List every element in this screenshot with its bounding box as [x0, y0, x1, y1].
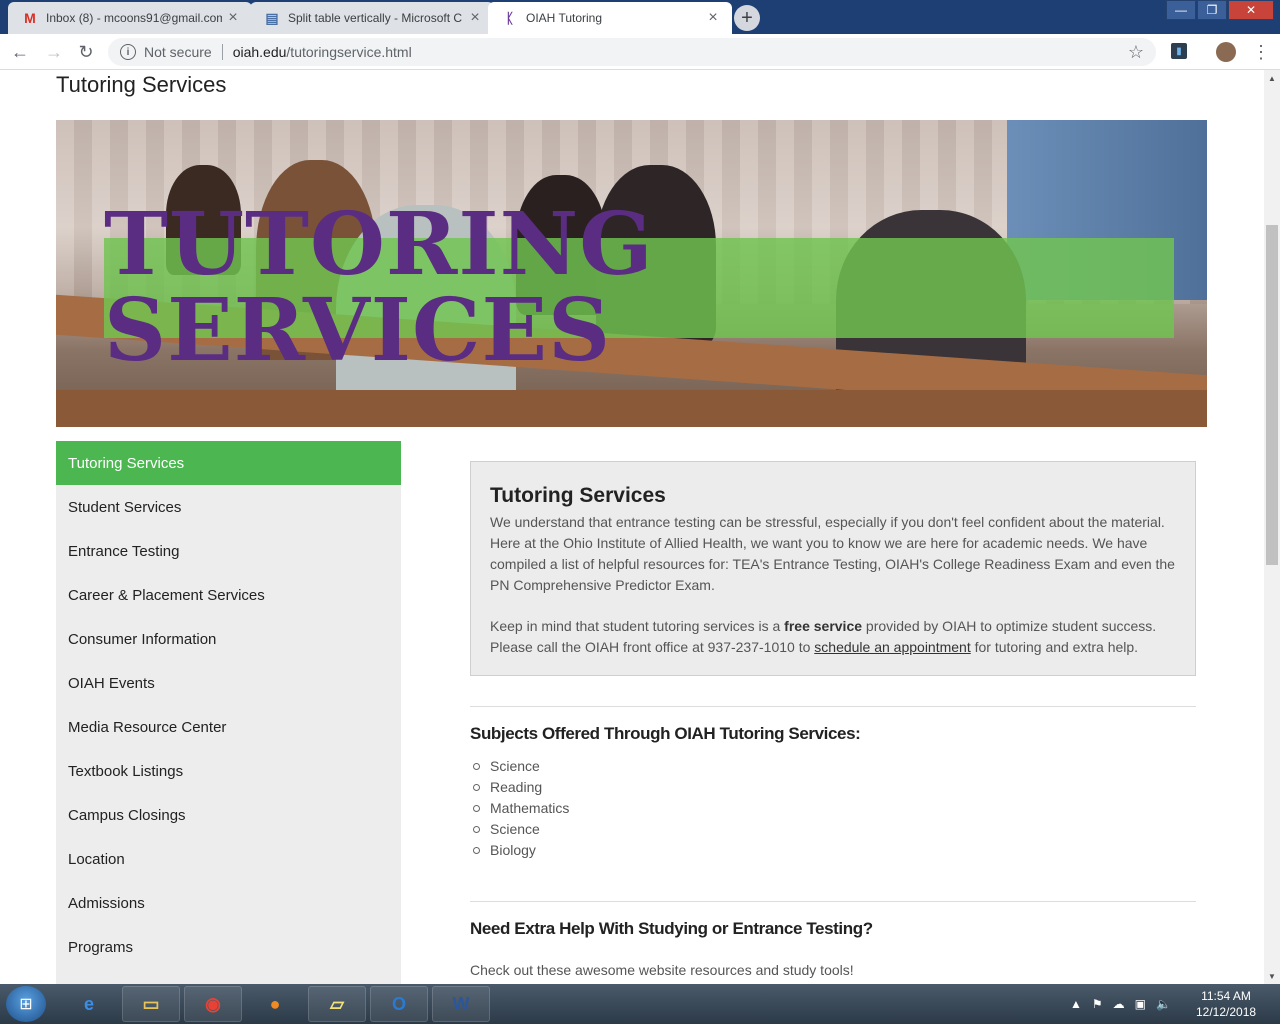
url-host: oiah.edu	[232, 44, 287, 60]
paragraph-text: Keep in mind that student tutoring servi…	[490, 618, 785, 634]
word-icon[interactable]: W	[432, 986, 490, 1022]
clock-date: 12/12/2018	[1196, 1005, 1257, 1019]
divider	[470, 901, 1196, 902]
windows-taskbar: ⊞ e ▭ ◉ ● ▱ O W ▲ ⚑ ☁ ▣ 🔈 11:54 AM 12/12…	[0, 984, 1280, 1024]
file-explorer-icon[interactable]: ▭	[122, 986, 180, 1022]
maximize-icon[interactable]: ❐	[1197, 0, 1227, 20]
clock-time: 11:54 AM	[1201, 989, 1251, 1003]
paragraph-text: for tutoring and extra help.	[970, 639, 1139, 655]
network-icon[interactable]: ▣	[1135, 997, 1146, 1011]
profile-avatar[interactable]	[1216, 42, 1236, 62]
hero-banner: TUTORING SERVICES	[104, 202, 1174, 374]
list-item: Biology	[472, 840, 569, 861]
sticky-notes-icon[interactable]: ▱	[308, 986, 366, 1022]
window-controls: — ❐ ✕	[1165, 0, 1274, 20]
page-viewport: Tutoring Services TUTORING SERVICES Tuto…	[0, 70, 1264, 984]
free-service-paragraph: Keep in mind that student tutoring servi…	[490, 616, 1176, 658]
hero-image: TUTORING SERVICES	[56, 120, 1207, 427]
tab-title: Inbox (8) - mcoons91@gmail.com	[46, 11, 222, 25]
subjects-list: Science Reading Mathematics Science Biol…	[472, 756, 569, 861]
outlook-icon[interactable]: O	[370, 986, 428, 1022]
close-tab-icon[interactable]: ×	[222, 9, 244, 27]
extension-icon[interactable]: ▮	[1171, 43, 1187, 59]
free-service-emphasis: free service	[784, 618, 863, 634]
bookmark-star-icon[interactable]: ☆	[1128, 42, 1144, 63]
system-tray: ▲ ⚑ ☁ ▣ 🔈	[1070, 984, 1171, 1024]
onedrive-icon[interactable]: ☁	[1113, 997, 1125, 1011]
page-scrollbar[interactable]: ▲ ▼	[1264, 70, 1280, 984]
sidebar-item-student-services[interactable]: Student Services	[56, 485, 401, 529]
close-window-icon[interactable]: ✕	[1228, 0, 1274, 20]
chrome-icon[interactable]: ◉	[184, 986, 242, 1022]
scroll-up-arrow-icon[interactable]: ▲	[1264, 70, 1280, 86]
tab-title: Split table vertically - Microsoft C	[288, 11, 463, 25]
resources-text: Check out these awesome website resource…	[470, 962, 854, 978]
scroll-thumb[interactable]	[1266, 225, 1278, 565]
hero-desk	[56, 390, 1207, 427]
forward-arrow-icon[interactable]: →	[42, 40, 66, 64]
sidebar-item-tutoring-services[interactable]: Tutoring Services	[56, 441, 401, 485]
list-item: Reading	[472, 777, 569, 798]
sidebar-item-campus-closings[interactable]: Campus Closings	[56, 793, 401, 837]
list-item: Science	[472, 819, 569, 840]
browser-tab-strip: M Inbox (8) - mcoons91@gmail.com × ▤ Spl…	[0, 0, 1280, 34]
sidebar-item-programs[interactable]: Programs	[56, 925, 401, 969]
tab-oiah-tutoring[interactable]: ᛕ OIAH Tutoring ×	[488, 2, 732, 34]
sidebar-nav: Tutoring Services Student Services Entra…	[56, 441, 401, 984]
scroll-down-arrow-icon[interactable]: ▼	[1264, 968, 1280, 984]
document-icon: ▤	[265, 9, 279, 26]
close-tab-icon[interactable]: ×	[464, 9, 486, 27]
oiah-logo-icon: ᛕ	[505, 10, 515, 26]
menu-dots-icon[interactable]: ⋮	[1252, 42, 1270, 63]
list-item: Mathematics	[472, 798, 569, 819]
back-arrow-icon[interactable]: ←	[8, 40, 32, 64]
hero-banner-text: TUTORING SERVICES	[104, 194, 654, 381]
start-button[interactable]: ⊞	[6, 986, 46, 1022]
gmail-icon: M	[24, 10, 36, 26]
address-bar[interactable]: i Not secure oiah.edu /tutoringservice.h…	[108, 38, 1156, 66]
divider	[470, 706, 1196, 707]
sidebar-item-oiah-events[interactable]: OIAH Events	[56, 661, 401, 705]
reload-icon[interactable]: ↻	[74, 40, 98, 64]
close-tab-icon[interactable]: ×	[702, 9, 724, 27]
schedule-appointment-link[interactable]: schedule an appointment	[814, 639, 970, 655]
new-tab-button[interactable]: +	[734, 5, 760, 31]
sidebar-item-entrance-testing[interactable]: Entrance Testing	[56, 529, 401, 573]
url-path: /tutoringservice.html	[286, 44, 412, 60]
extra-help-heading: Need Extra Help With Studying or Entranc…	[470, 919, 873, 938]
list-item: Science	[472, 756, 569, 777]
info-icon[interactable]: i	[120, 44, 136, 60]
tab-title: OIAH Tutoring	[526, 11, 603, 25]
volume-icon[interactable]: 🔈	[1156, 997, 1171, 1011]
browser-toolbar: ← → ↻ i Not secure oiah.edu /tutoringser…	[0, 34, 1280, 70]
sidebar-item-textbook-listings[interactable]: Textbook Listings	[56, 749, 401, 793]
subjects-heading: Subjects Offered Through OIAH Tutoring S…	[470, 724, 861, 743]
intro-title: Tutoring Services	[490, 484, 666, 507]
sidebar-item-admissions[interactable]: Admissions	[56, 881, 401, 925]
intro-paragraph: We understand that entrance testing can …	[490, 514, 1175, 593]
system-clock[interactable]: 11:54 AM 12/12/2018	[1196, 988, 1256, 1020]
security-label: Not secure	[144, 44, 212, 60]
sidebar-item-consumer-information[interactable]: Consumer Information	[56, 617, 401, 661]
sidebar-item-location[interactable]: Location	[56, 837, 401, 881]
tab-gmail[interactable]: M Inbox (8) - mcoons91@gmail.com ×	[8, 2, 252, 34]
intro-box: Tutoring Services We understand that ent…	[470, 461, 1196, 676]
divider	[221, 44, 223, 60]
show-hidden-icons-icon[interactable]: ▲	[1070, 997, 1082, 1011]
flag-icon[interactable]: ⚑	[1092, 997, 1103, 1011]
minimize-icon[interactable]: —	[1166, 0, 1196, 20]
sidebar-item-media-resource-center[interactable]: Media Resource Center	[56, 705, 401, 749]
page-title: Tutoring Services	[56, 72, 227, 97]
firefox-icon[interactable]: ●	[246, 986, 304, 1022]
sidebar-item-career-placement[interactable]: Career & Placement Services	[56, 573, 401, 617]
tab-microsoft[interactable]: ▤ Split table vertically - Microsoft C ×	[250, 2, 494, 34]
internet-explorer-icon[interactable]: e	[60, 986, 118, 1022]
